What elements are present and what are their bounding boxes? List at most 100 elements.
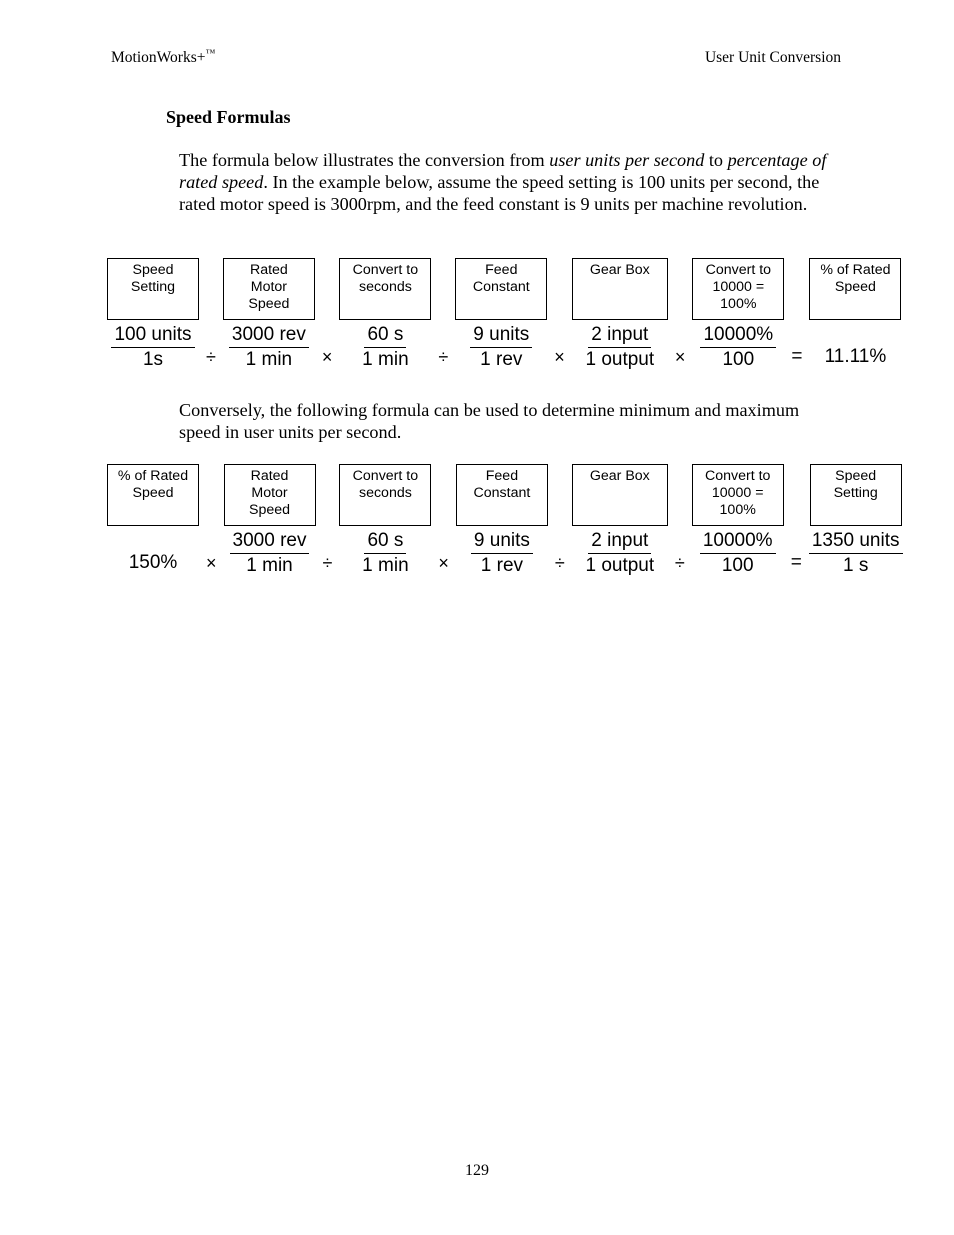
term-caption-line: Constant	[473, 485, 531, 502]
page-running-head: MotionWorks+™ User Unit Conversion	[111, 48, 841, 67]
term-caption-line: Motor	[251, 485, 288, 502]
fraction-numerator: 100 units	[111, 324, 195, 348]
term-caption-line: seconds	[358, 485, 412, 502]
term-fraction: 2 input 1 output	[585, 526, 654, 577]
term-caption-line: Setting	[130, 279, 176, 296]
term-caption-line: Speed	[249, 502, 291, 519]
term-caption-line: Speed	[248, 296, 290, 313]
term-fraction: 9 units 1 rev	[470, 526, 533, 577]
fraction-numerator: 10000%	[699, 530, 776, 554]
formula-term: % of Rated Speed 150%	[107, 464, 199, 574]
fraction-numerator: 10000%	[700, 324, 777, 348]
term-fraction: 3000 rev 1 min	[228, 320, 309, 371]
term-caption-line: Speed	[132, 485, 174, 502]
term-caption-box: Gear Box	[571, 464, 668, 526]
term-caption-box: Convert to seconds	[339, 464, 432, 526]
intro-text-3: . In the example below, assume the speed…	[179, 171, 820, 214]
formula-term: Rated Motor Speed 3000 rev 1 min	[222, 258, 315, 371]
term-caption-line: seconds	[358, 279, 412, 296]
term-caption-line: Convert to	[705, 262, 772, 278]
formula-term: Rated Motor Speed 3000 rev 1 min	[223, 464, 316, 577]
fraction-numerator: 1350 units	[808, 530, 903, 554]
formula-equals-sign: =	[790, 552, 802, 573]
term-caption-line: Constant	[472, 279, 530, 296]
term-caption-line: Feed	[485, 468, 519, 484]
fraction-denominator: 1 min	[362, 349, 409, 370]
intro-text-1: The formula below illustrates the conver…	[179, 150, 550, 170]
term-caption-line: Setting	[833, 485, 878, 502]
term-fraction: 10000% 100	[700, 320, 777, 371]
page-title: Speed Formulas	[166, 107, 291, 127]
formula-term: Speed Setting 1350 units 1 s	[808, 464, 903, 577]
formula-term: Convert to 10000 = 100% 10000% 100	[691, 464, 784, 577]
formula-term: Gear Box 2 input 1 output	[571, 258, 668, 371]
fraction-denominator: 100	[722, 349, 755, 370]
fraction-denominator: 100	[721, 555, 754, 576]
fraction-numerator: 2 input	[588, 530, 652, 554]
term-caption-line: Speed	[835, 468, 877, 484]
term-fraction: 100 units 1s	[111, 320, 195, 371]
term-fraction: 60 s1 min	[362, 320, 408, 371]
fraction-denominator: 1s	[142, 349, 164, 370]
running-head-left-text: MotionWorks+	[111, 49, 206, 67]
intro-paragraph: The formula below illustrates the conver…	[179, 150, 844, 215]
page-number: 129	[465, 1162, 489, 1179]
formula-row-user-units-to-percent: Speed Setting 100 units 1s ÷ Rated Motor Speed 3…	[107, 258, 902, 371]
term-caption-box: Speed Setting	[809, 464, 902, 526]
formula-term: Speed Setting 100 units 1s	[107, 258, 199, 371]
fraction-denominator: 1 min	[245, 349, 293, 370]
formula-operator: ×	[554, 347, 565, 367]
formula-term: Convert to seconds 60 s1 min	[339, 464, 432, 577]
fraction-denominator: 1 s	[842, 555, 869, 576]
formula-operator: ÷	[554, 553, 565, 573]
term-fraction: 60 s1 min	[362, 526, 408, 577]
term-caption-box: % of Rated Speed	[809, 258, 902, 320]
formula-row-percent-to-user-units: % of Rated Speed 150% × Rated Motor Speed 3000 …	[107, 464, 903, 577]
term-caption-line: Motor	[250, 279, 288, 296]
formula-term: Convert to seconds 60 s1 min	[339, 258, 432, 371]
formula-operator: ÷	[206, 347, 216, 367]
term-caption-line: 10000 =	[711, 485, 764, 502]
term-fraction: 3000 rev 1 min	[229, 526, 310, 577]
term-fraction: 2 input 1 output	[585, 320, 654, 371]
term-caption-line: Speed	[834, 279, 876, 296]
fraction-denominator: 1 rev	[480, 555, 524, 576]
fraction-numerator: 3000 rev	[228, 324, 309, 348]
term-caption-line: % of Rated	[117, 468, 189, 484]
fraction-denominator: 1 output	[585, 349, 655, 370]
formula-term: Feed Constant 9 units 1 rev	[455, 464, 548, 577]
term-fraction: 9 units 1 rev	[470, 320, 533, 371]
term-caption-line: Rated	[249, 262, 288, 278]
fraction-numerator: 60 s	[364, 530, 407, 554]
term-caption-line: Feed	[485, 262, 518, 278]
term-caption-line: 10000 =	[712, 279, 765, 296]
term-caption-box: Speed Setting	[107, 258, 199, 320]
fraction-numerator: 3000 rev	[229, 530, 310, 554]
term-scalar-value: 11.11%	[824, 346, 887, 367]
formula-operator: ×	[674, 347, 686, 367]
converse-paragraph: Conversely, the following formula can be…	[179, 400, 800, 442]
term-caption-line: Rated	[250, 468, 289, 484]
fraction-denominator: 1 output	[585, 555, 655, 576]
term-caption-box: Feed Constant	[455, 258, 548, 320]
term-caption-line: Gear Box	[589, 468, 650, 484]
fraction-denominator: 1 rev	[480, 349, 523, 370]
formula-equals-sign: =	[791, 346, 803, 367]
fraction-denominator: 1 min	[362, 555, 409, 576]
term-caption-line: 100%	[719, 502, 756, 519]
fraction-denominator: 1 min	[246, 555, 293, 576]
formula-operator: ×	[438, 553, 449, 573]
intro-text-2: to	[704, 150, 728, 170]
term-fraction: 10000% 100	[699, 526, 776, 577]
formula-operator: ÷	[438, 347, 449, 367]
formula-term: Convert to 10000 = 100% 10000% 100	[692, 258, 785, 371]
formula-operator: ×	[206, 553, 217, 573]
term-caption-line: Gear Box	[589, 262, 650, 278]
term-caption-line: % of Rated	[820, 262, 891, 278]
term-caption-box: Rated Motor Speed	[223, 464, 316, 526]
fraction-numerator: 2 input	[588, 324, 652, 348]
formula-term: Gear Box 2 input 1 output	[571, 464, 668, 577]
formula-operator: ×	[321, 347, 333, 367]
fraction-numerator: 9 units	[470, 530, 533, 554]
term-caption-box: Feed Constant	[455, 464, 548, 526]
